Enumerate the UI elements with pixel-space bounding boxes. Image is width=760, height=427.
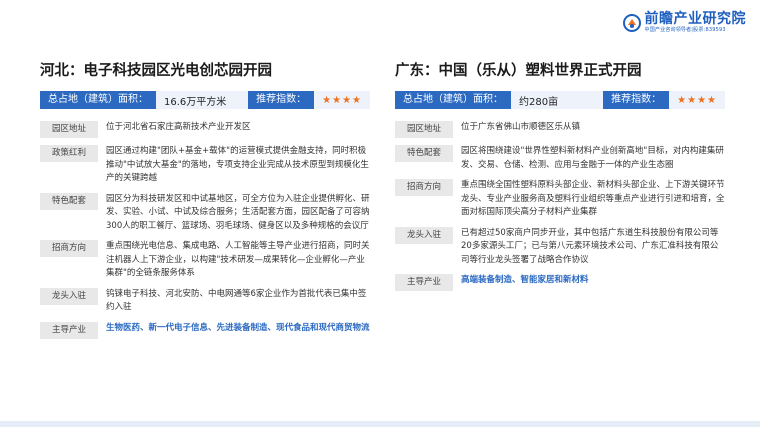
row-text: 钨铼电子科技、河北安防、中电网通等6家企业作为首批代表已集中签约入驻 [106,288,367,313]
right-title: 广东：中国（乐从）塑料世界正式开园 [395,63,642,79]
left-row-investment: 招商方向 重点围绕光电信息、集成电路、人工智能等主导产业进行招商，同时关注机器人… [40,240,370,281]
row-tag: 特色配套 [395,145,453,162]
row-text: 园区将围绕建设"世界性塑料新材料产业创新高地"目标，对内构建集研发、交易、仓储、… [461,146,724,170]
right-row-industries: 主导产业 高端装备制造、智能家居和新材料 [395,274,725,291]
right-row-facilities: 特色配套 园区将围绕建设"世界性塑料新材料产业创新高地"目标，对内构建集研发、交… [395,145,725,172]
bottom-divider [0,421,760,427]
row-text: 位于广东省佛山市顺德区乐从镇 [461,122,581,132]
row-tag: 特色配套 [40,192,98,210]
brand-logo: 前瞻产业研究院 中国产业咨询领导者|股票:839593 [622,11,747,33]
left-row-address: 园区地址 位于河北省石家庄高新技术产业开发区 [40,121,370,138]
row-text: 园区分为科技研发区和中试基地区，可全方位为入驻企业提供孵化、研发、实验、小试、中… [106,193,370,231]
row-text: 高端装备制造、智能家居和新材料 [461,275,589,285]
right-rating-stars-icon: ★★★★ [677,94,717,106]
left-park-card: 河北：电子科技园区光电创芯园开园 总占地（建筑）面积： 16.6万平方米 推荐指… [40,60,370,346]
row-text: 位于河北省石家庄高新技术产业开发区 [106,122,251,132]
left-row-leaders: 龙头入驻 钨铼电子科技、河北安防、中电网通等6家企业作为首批代表已集中签约入驻 [40,287,370,315]
left-area-value: 16.6万平方米 [164,96,227,108]
row-text: 生物医药、新一代电子信息、先进装备制造、现代食品和现代商贸物流 [106,322,370,333]
row-text: 重点围绕全国性塑料原料头部企业、新材料头部企业、上下游关键环节龙头、专业产业服务… [461,180,725,217]
left-row-facilities: 特色配套 园区分为科技研发区和中试基地区，可全方位为入驻企业提供孵化、研发、实验… [40,192,370,234]
row-text: 已有超过50家商户同步开业，其中包括广东道生科技股份有限公司等20多家源头工厂；… [461,227,719,265]
left-row-policy: 政策红利 园区通过构建"团队+基金+载体"的运营模式提供金融支持，同时积极推动"… [40,145,370,186]
right-row-investment: 招商方向 重点围绕全国性塑料原料头部企业、新材料头部企业、上下游关键环节龙头、专… [395,179,725,220]
row-tag: 招商方向 [395,179,453,196]
row-tag: 园区地址 [40,121,98,138]
row-tag: 主导产业 [395,274,453,291]
right-row-address: 园区地址 位于广东省佛山市顺德区乐从镇 [395,121,725,138]
left-title: 河北：电子科技园区光电创芯园开园 [40,63,272,79]
row-tag: 主导产业 [40,321,98,339]
left-rec-label: 推荐指数： [248,91,315,109]
row-text: 园区通过构建"团队+基金+载体"的运营模式提供金融支持，同时积极推动"中试放大基… [106,146,369,183]
row-tag: 招商方向 [40,240,98,257]
right-park-card: 广东：中国（乐从）塑料世界正式开园 总占地（建筑）面积： 约280亩 推荐指数：… [395,60,725,298]
brand-mark-icon [622,13,641,32]
brand-subtitle: 中国产业咨询领导者|股票:839593 [644,27,726,33]
row-tag: 园区地址 [395,121,453,138]
right-area-value: 约280亩 [519,96,559,108]
left-row-industries: 主导产业 生物医药、新一代电子信息、先进装备制造、现代食品和现代商贸物流 [40,321,370,339]
left-rating-stars-icon: ★★★★ [322,94,362,106]
right-rec-label: 推荐指数： [603,91,670,109]
row-text: 重点围绕光电信息、集成电路、人工智能等主导产业进行招商，同时关注机器人上下游企业… [106,241,370,278]
row-tag: 政策红利 [40,145,98,162]
brand-name: 前瞻产业研究院 [644,11,746,27]
left-area-bar: 总占地（建筑）面积： 16.6万平方米 推荐指数： ★★★★ [40,91,370,109]
right-area-label: 总占地（建筑）面积： [395,91,511,109]
right-area-bar: 总占地（建筑）面积： 约280亩 推荐指数： ★★★★ [395,91,725,109]
left-area-label: 总占地（建筑）面积： [40,91,156,109]
right-row-leaders: 龙头入驻 已有超过50家商户同步开业，其中包括广东道生科技股份有限公司等20多家… [395,226,725,268]
row-tag: 龙头入驻 [40,287,98,305]
row-tag: 龙头入驻 [395,226,453,244]
